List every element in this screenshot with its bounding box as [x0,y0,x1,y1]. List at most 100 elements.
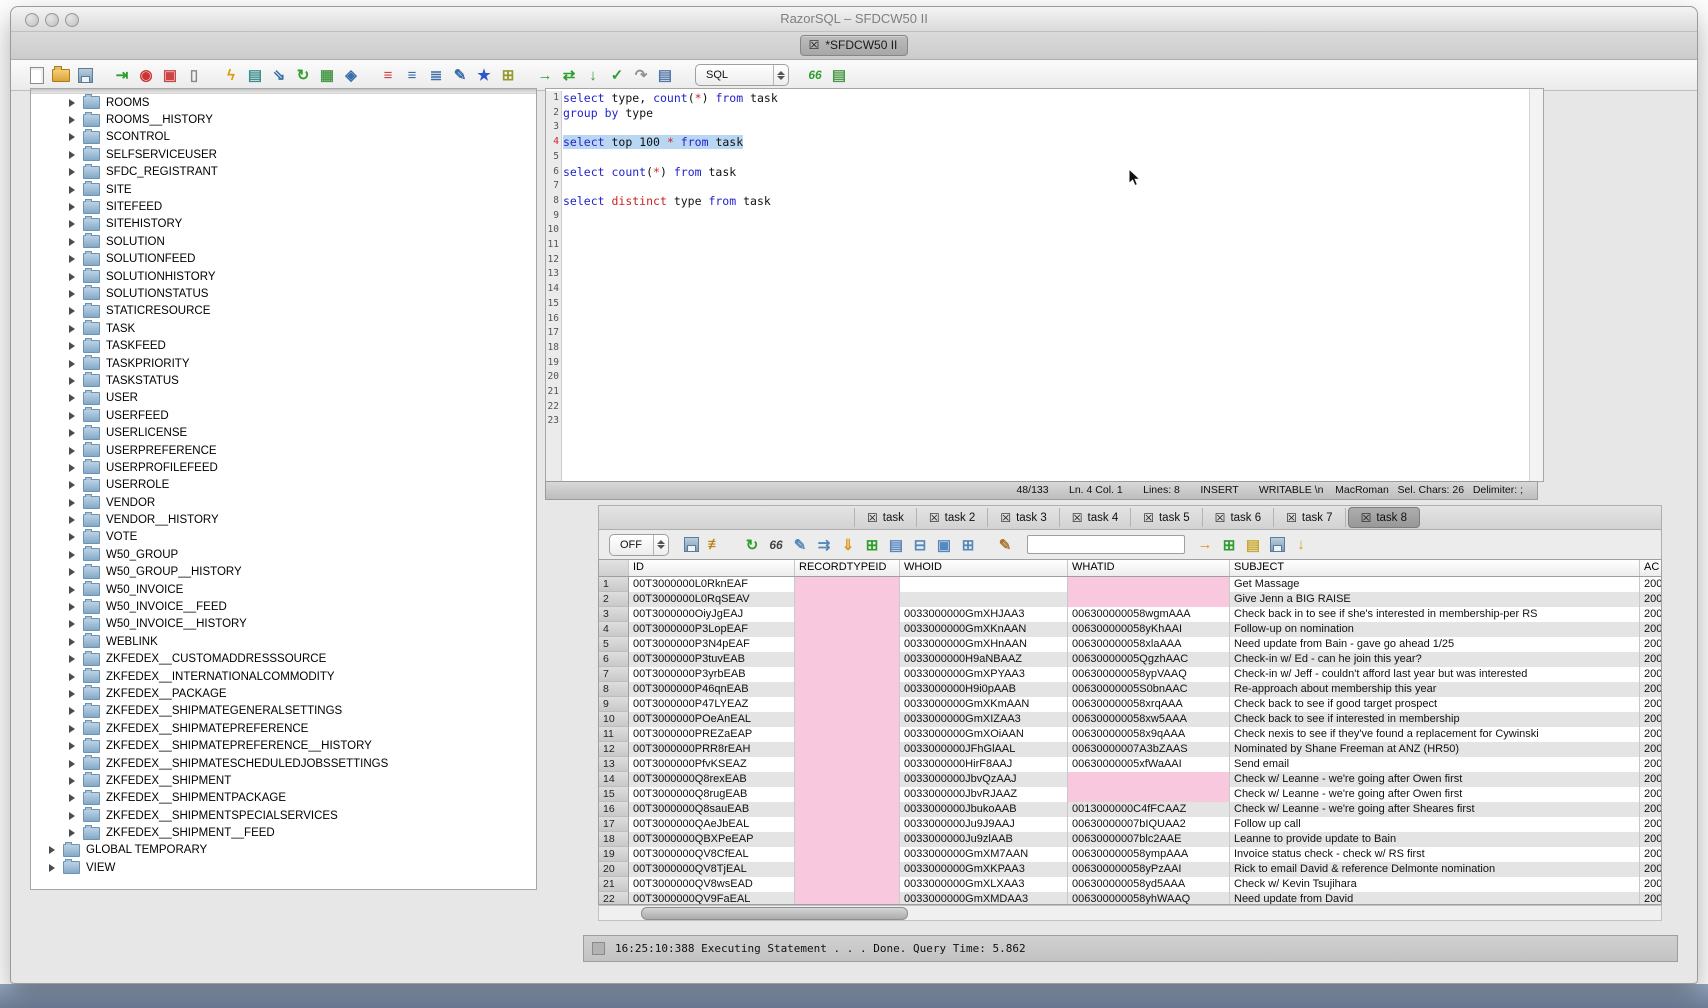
open-file-icon[interactable] [50,64,72,86]
cell-whatid[interactable] [1068,592,1230,607]
disclosure-triangle-icon[interactable] [69,760,75,768]
table-row[interactable]: 1900T3000000QV8CfEAL0033000000GmXM7AAN00… [599,847,1661,862]
scrollbar-thumb[interactable] [641,907,908,920]
auto-lookup-icon[interactable]: 66 [804,64,826,86]
table-row[interactable]: 1000T3000000POeAnEAL0033000000GmXIZAA300… [599,712,1661,727]
cell-recordtypeid[interactable] [795,712,900,727]
cell-whoid[interactable]: 0033000000H9i0pAAB [900,682,1068,697]
code-line[interactable] [563,400,1529,415]
tree-item-sitehistory[interactable]: SITEHISTORY [31,216,536,233]
disclosure-triangle-icon[interactable] [69,794,75,802]
tree-item-zkfedex-shipmatepreference-history[interactable]: ZKFEDEX__SHIPMATEPREFERENCE__HISTORY [31,737,536,754]
table-row[interactable]: 1200T3000000PRR8rEAH0033000000JFhGlAAL00… [599,742,1661,757]
cell-whatid[interactable] [1068,772,1230,787]
close-window-icon[interactable] [25,13,39,27]
disclosure-triangle-icon[interactable] [69,186,75,194]
cell-subject[interactable]: Need update from David [1230,892,1640,905]
tree-item-solutionhistory[interactable]: SOLUTIONHISTORY [31,268,536,285]
tree-item-global-temporary[interactable]: GLOBAL TEMPORARY [31,842,536,859]
statement-type-select[interactable]: SQL [695,64,789,86]
tree-item-userlicense[interactable]: USERLICENSE [31,424,536,441]
execute-all-icon[interactable]: ⇄ [558,64,580,86]
tree-item-userpreference[interactable]: USERPREFERENCE [31,442,536,459]
table-row[interactable]: 2200T3000000QV9FaEAL0033000000GmXMDAA300… [599,892,1661,905]
cell-subject[interactable]: Check w/ Leanne - we're going after Owen… [1230,787,1640,802]
results-list-icon[interactable]: ▤ [828,64,850,86]
cell-subject[interactable]: Invoice status check - check w/ RS first [1230,847,1640,862]
table-row[interactable]: 2100T3000000QV8wsEAD0033000000GmXLXAA300… [599,877,1661,892]
cell-whoid[interactable]: 0033000000GmXOiAAN [900,727,1068,742]
code-line[interactable] [563,253,1529,268]
save-grid-icon[interactable] [1266,534,1288,556]
cell-ac[interactable]: 200 [1640,757,1662,772]
cell-id[interactable]: 00T3000000PfvKSEAZ [629,757,795,772]
results-tab-task-4[interactable]: ☒task 4 [1060,508,1131,527]
cell-whatid[interactable]: 00630000005xfWaAAI [1068,757,1230,772]
zoom-window-icon[interactable] [65,13,79,27]
results-grid-header[interactable]: IDRECORDTYPEIDWHOIDWHATIDSUBJECTAC [599,560,1661,577]
disclosure-triangle-icon[interactable] [69,168,75,176]
fetch-more-icon[interactable]: ↓ [582,64,604,86]
code-line[interactable] [563,414,1529,429]
row-number-cell[interactable]: 19 [599,847,629,862]
table-row[interactable]: 1600T3000000Q8sauEAB0033000000JbukoAAB00… [599,802,1661,817]
cell-recordtypeid[interactable] [795,757,900,772]
tree-item-taskpriority[interactable]: TASKPRIORITY [31,355,536,372]
save-file-icon[interactable] [74,64,96,86]
filter-results-icon[interactable]: ≢ [704,534,726,556]
stepper-icon[interactable] [773,65,788,85]
cell-ac[interactable]: 200 [1640,622,1662,637]
cell-id[interactable]: 00T3000000QV8wsEAD [629,877,795,892]
disclosure-triangle-icon[interactable] [69,812,75,820]
disclosure-triangle-icon[interactable] [69,516,75,524]
execute-sql-icon[interactable]: ϟ [220,64,242,86]
row-number-cell[interactable]: 14 [599,772,629,787]
cell-recordtypeid[interactable] [795,802,900,817]
row-number-cell[interactable]: 9 [599,697,629,712]
results-tab-task[interactable]: ☒task [854,508,917,527]
cell-subject[interactable]: Check back to see if interested in membe… [1230,712,1640,727]
sql-editor[interactable]: 1234567891011121314151617181920212223 se… [545,88,1544,482]
cell-recordtypeid[interactable] [795,607,900,622]
code-line[interactable] [563,209,1529,224]
cell-whoid[interactable] [900,592,1068,607]
tree-item-zkfedex-shipmatescheduledjobssettings[interactable]: ZKFEDEX__SHIPMATESCHEDULEDJOBSSETTINGS [31,755,536,772]
cell-recordtypeid[interactable] [795,637,900,652]
validate-query-icon[interactable]: ✓ [606,64,628,86]
disclosure-triangle-icon[interactable] [69,360,75,368]
cell-subject[interactable]: Need update from Bain - gave go ahead 1/… [1230,637,1640,652]
cell-whatid[interactable]: 00630000007A3bZAAS [1068,742,1230,757]
tab-close-icon[interactable]: ☒ [1143,512,1154,524]
row-number-cell[interactable]: 7 [599,667,629,682]
row-number-cell[interactable]: 6 [599,652,629,667]
tree-item-weblink[interactable]: WEBLINK [31,633,536,650]
tree-item-zkfedex-shipmatepreference[interactable]: ZKFEDEX__SHIPMATEPREFERENCE [31,720,536,737]
row-number-cell[interactable]: 22 [599,892,629,905]
cell-whoid[interactable]: 0033000000JFhGlAAL [900,742,1068,757]
cell-recordtypeid[interactable] [795,832,900,847]
cell-ac[interactable]: 200 [1640,667,1662,682]
cell-whoid[interactable]: 0033000000GmXKnAAN [900,622,1068,637]
row-number-cell[interactable]: 13 [599,757,629,772]
row-number-cell[interactable]: 4 [599,622,629,637]
column-header-subject[interactable]: SUBJECT [1230,560,1640,576]
title-bar[interactable]: RazorSQL – SFDCW50 II [11,7,1697,32]
tree-item-w50-group[interactable]: W50_GROUP [31,546,536,563]
results-tab-task-6[interactable]: ☒task 6 [1203,508,1274,527]
add-connection-icon[interactable]: ◉ [135,64,157,86]
highlight-icon[interactable]: ✎ [994,534,1016,556]
results-search-input[interactable] [1027,535,1185,554]
code-line[interactable] [563,179,1529,194]
connection-info-icon[interactable]: ▯ [183,64,205,86]
code-line[interactable] [563,312,1529,327]
cell-id[interactable]: 00T3000000QV8CfEAL [629,847,795,862]
cell-ac[interactable]: 200 [1640,577,1662,592]
tree-item-solutionstatus[interactable]: SOLUTIONSTATUS [31,285,536,302]
minimize-window-icon[interactable] [45,13,59,27]
disclosure-triangle-icon[interactable] [69,377,75,385]
disclosure-triangle-icon[interactable] [69,133,75,141]
cell-whatid[interactable] [1068,577,1230,592]
find-next-icon[interactable]: → [1194,534,1216,556]
cell-ac[interactable]: 200 [1640,787,1662,802]
disclosure-triangle-icon[interactable] [69,481,75,489]
